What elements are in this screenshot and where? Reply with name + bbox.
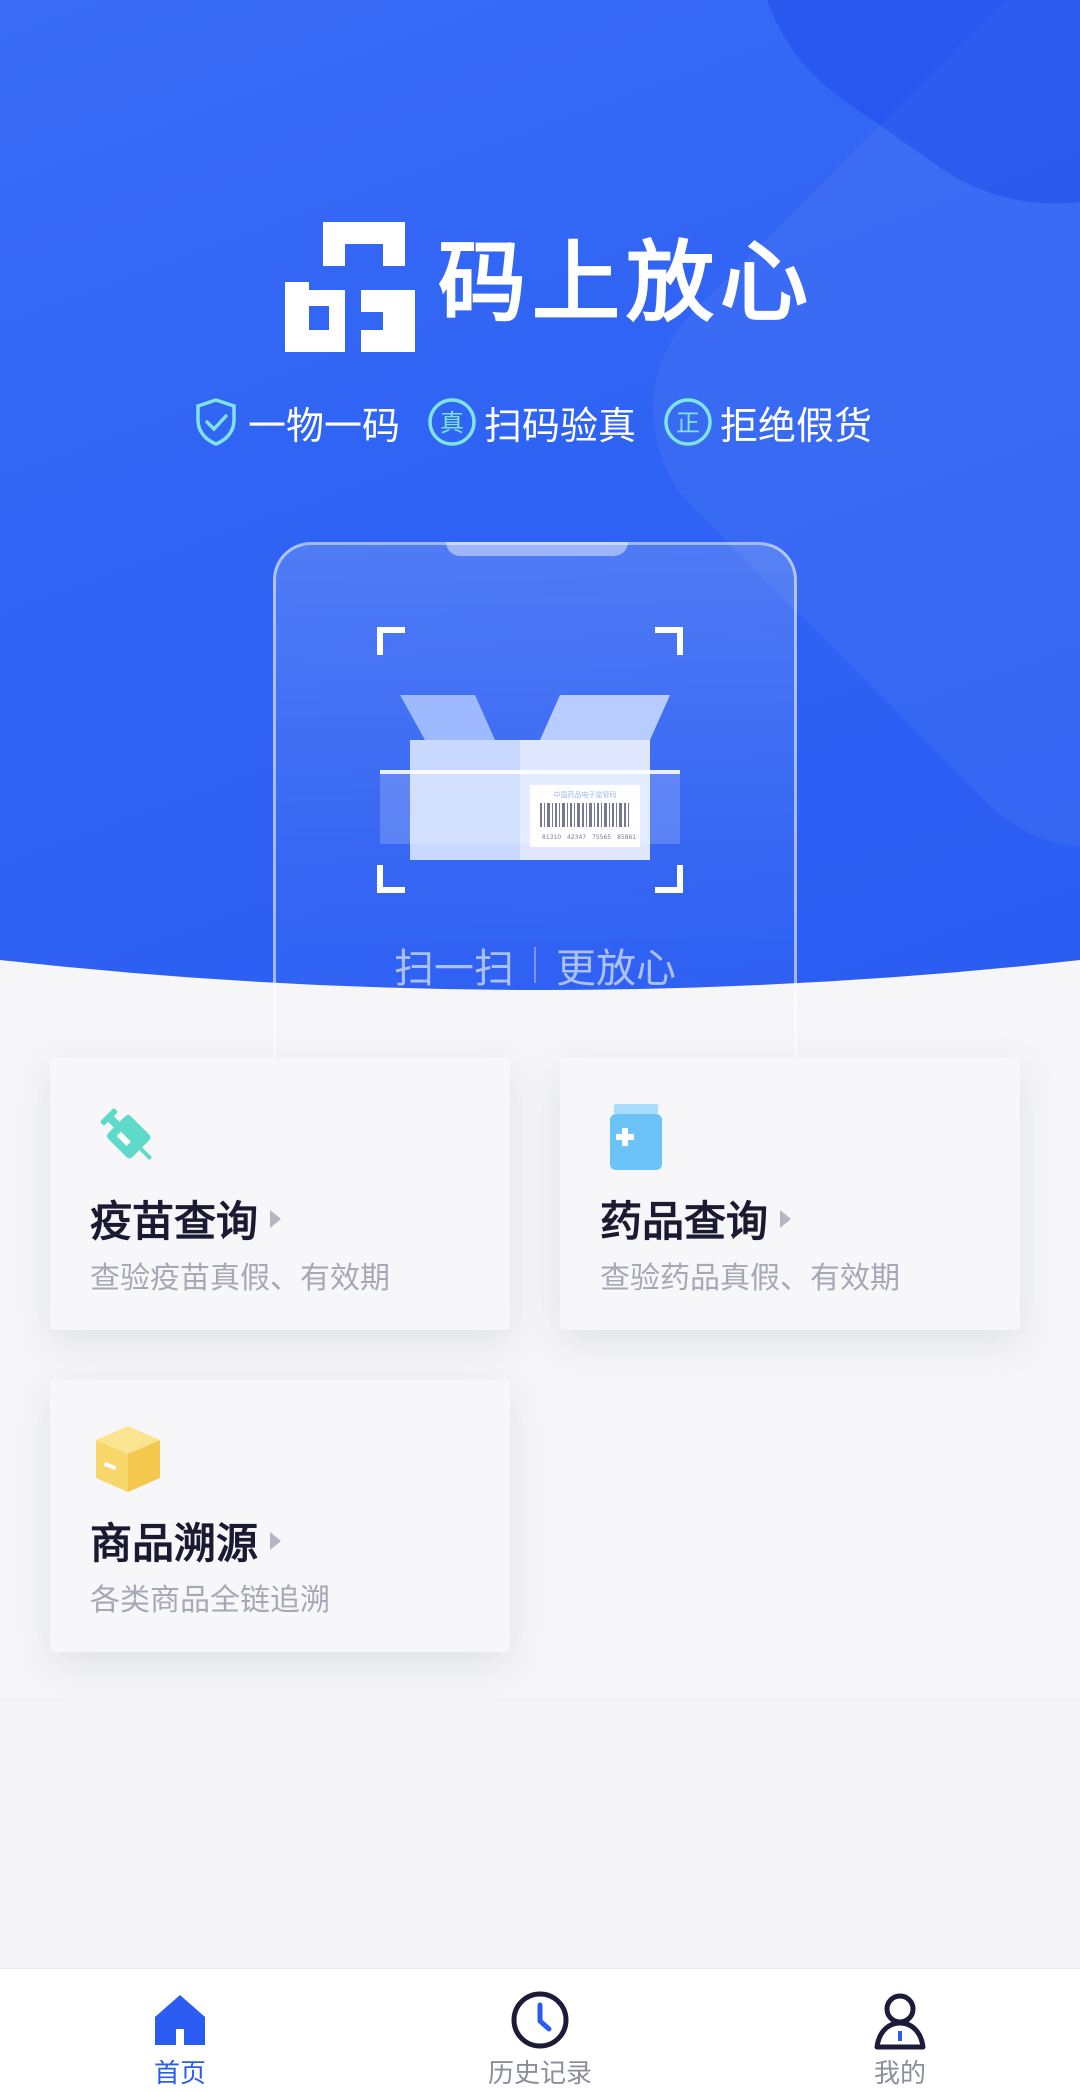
- slogan-text: 扫码验真: [484, 403, 637, 448]
- scan-caption-right: 更放心: [556, 946, 676, 992]
- card-title-text: 商品溯源: [90, 1519, 259, 1568]
- product-trace-card[interactable]: 商品溯源 各类商品全链追溯: [50, 1380, 510, 1652]
- vaccine-query-desc: 查验疫苗真假、有效期: [90, 1261, 390, 1296]
- product-trace-desc: 各类商品全链追溯: [90, 1583, 330, 1618]
- slogan-item: 一物一码: [190, 395, 400, 450]
- card-title-text: 疫苗查询: [90, 1197, 259, 1246]
- zheng-badge-icon: 正: [664, 398, 712, 446]
- product-trace-title: 商品溯源: [90, 1510, 282, 1571]
- tab-profile-label: 我的: [873, 2059, 926, 2089]
- package-box-icon: [96, 1426, 160, 1492]
- vaccine-query-card[interactable]: 疫苗查询 查验疫苗真假、有效期: [50, 1058, 510, 1330]
- scan-box-illustration: 中国药品电子监管码 81310 42347 75565 85861: [377, 627, 683, 893]
- scan-caption-left: 扫一扫: [394, 946, 514, 992]
- user-icon: [874, 1993, 926, 2050]
- tab-history[interactable]: 历史记录: [360, 1969, 720, 2092]
- card-title-text: 药品查询: [600, 1197, 769, 1246]
- app-logo-icon: [285, 222, 415, 352]
- chevron-right-icon: [270, 1209, 282, 1228]
- tab-home[interactable]: 首页: [0, 1969, 360, 2092]
- bottom-tab-bar: 首页 历史记录 我的: [0, 1968, 1080, 2092]
- slogan-row: 一物一码 真 扫码验真 正 拒绝假货: [190, 392, 910, 452]
- vaccine-syringe-icon: [100, 1108, 153, 1161]
- app-title: 码上放心: [438, 231, 815, 334]
- slogan-text: 拒绝假货: [720, 403, 873, 448]
- zhen-badge-icon: 真: [428, 398, 476, 446]
- medicine-bottle-icon: [610, 1104, 662, 1170]
- chevron-right-icon: [780, 1209, 792, 1228]
- slogan-item: 正 拒绝假货: [662, 395, 872, 450]
- tab-profile[interactable]: 我的: [720, 1969, 1080, 2092]
- tab-home-label: 首页: [153, 2059, 206, 2089]
- slogan-text: 一物一码: [248, 403, 401, 448]
- shield-check-icon: [196, 398, 236, 446]
- home-icon: [155, 1995, 205, 2045]
- medicine-query-title: 药品查询: [600, 1188, 792, 1249]
- slogan-item: 真 扫码验真: [426, 395, 636, 450]
- caption-divider: [534, 947, 536, 983]
- phone-notch: [446, 542, 628, 556]
- scan-caption: 扫一扫 更放心: [273, 935, 797, 995]
- svg-text:真: 真: [440, 409, 464, 437]
- clock-icon: [511, 1991, 569, 2049]
- tab-history-label: 历史记录: [487, 2059, 592, 2089]
- svg-text:正: 正: [676, 409, 700, 437]
- medicine-query-desc: 查验药品真假、有效期: [600, 1261, 900, 1296]
- chevron-right-icon: [270, 1531, 282, 1550]
- medicine-query-card[interactable]: 药品查询 查验药品真假、有效期: [560, 1058, 1020, 1330]
- vaccine-query-title: 疫苗查询: [90, 1188, 282, 1249]
